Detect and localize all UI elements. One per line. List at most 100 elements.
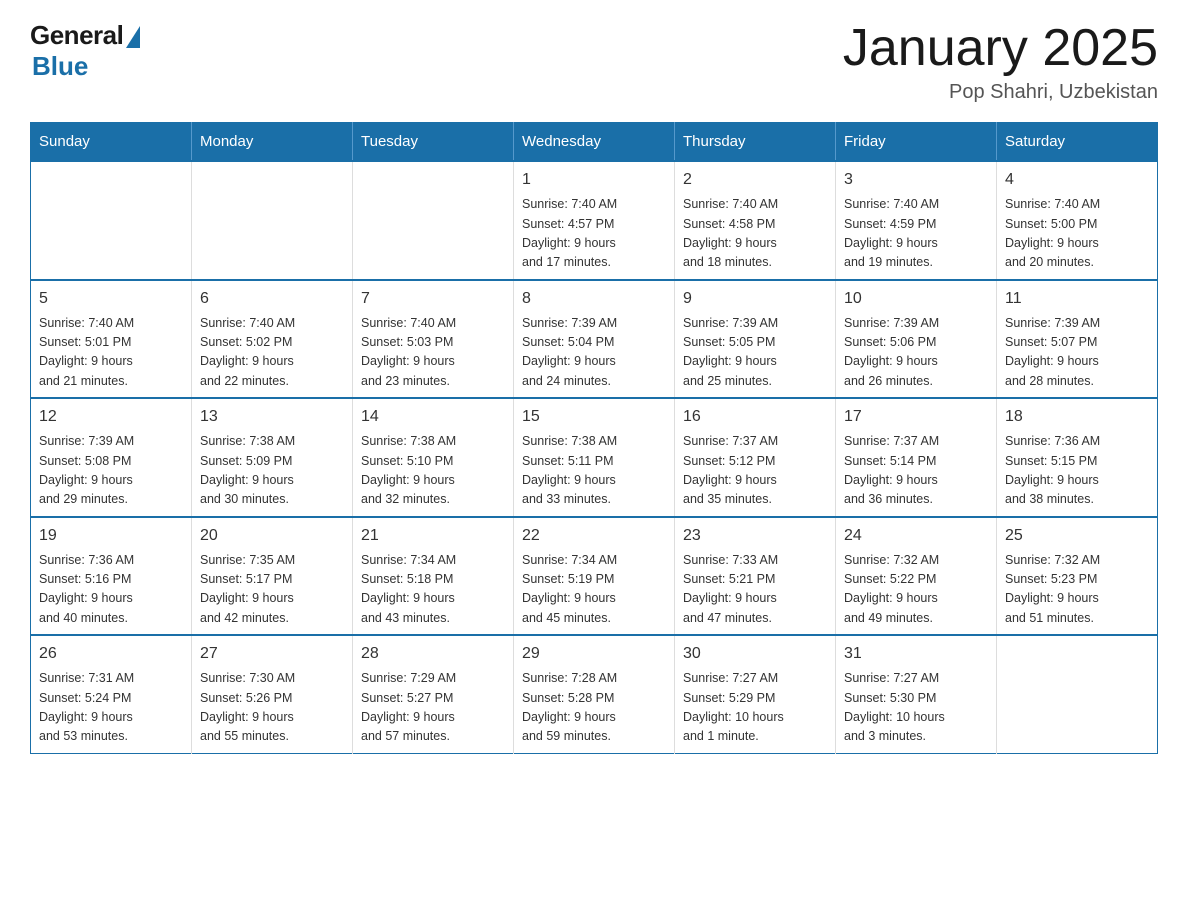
day-number: 2: [683, 168, 827, 192]
calendar-cell: 21 Sunrise: 7:34 AM Sunset: 5:18 PM Dayli…: [353, 517, 514, 636]
logo-triangle-icon: [126, 26, 140, 48]
day-info: Sunrise: 7:33 AM Sunset: 5:21 PM Dayligh…: [683, 551, 827, 629]
day-number: 22: [522, 524, 666, 548]
day-number: 6: [200, 287, 344, 311]
title-section: January 2025 Pop Shahri, Uzbekistan: [843, 20, 1158, 104]
day-header-sunday: Sunday: [31, 123, 192, 162]
calendar-cell: 10 Sunrise: 7:39 AM Sunset: 5:06 PM Dayli…: [836, 280, 997, 399]
day-number: 27: [200, 642, 344, 666]
week-row-3: 12Sunrise: 7:39 AM Sunset: 5:08 PM Dayli…: [31, 398, 1158, 517]
day-number: 3: [844, 168, 988, 192]
day-info: Sunrise: 7:39 AM Sunset: 5:06 PM Dayligh…: [844, 314, 988, 392]
calendar-cell: 1 Sunrise: 7:40 AM Sunset: 4:57 PM Daylig…: [514, 161, 675, 280]
day-number: 15: [522, 405, 666, 429]
calendar-cell: [353, 161, 514, 280]
day-number: 24: [844, 524, 988, 548]
calendar-cell: 17 Sunrise: 7:37 AM Sunset: 5:14 PM Dayli…: [836, 398, 997, 517]
day-header-saturday: Saturday: [997, 123, 1158, 162]
day-number: 7: [361, 287, 505, 311]
day-info: Sunrise: 7:38 AM Sunset: 5:09 PM Dayligh…: [200, 432, 344, 510]
day-number: 12: [39, 405, 183, 429]
week-row-4: 19 Sunrise: 7:36 AM Sunset: 5:16 PM Dayli…: [31, 517, 1158, 636]
day-info: Sunrise: 7:32 AM Sunset: 5:23 PM Dayligh…: [1005, 551, 1149, 629]
day-info: Sunrise: 7:27 AM Sunset: 5:30 PM Dayligh…: [844, 669, 988, 747]
day-header-tuesday: Tuesday: [353, 123, 514, 162]
day-info: Sunrise: 7:37 AM Sunset: 5:14 PM Dayligh…: [844, 432, 988, 510]
calendar-cell: 3Sunrise: 7:40 AM Sunset: 4:59 PM Daylig…: [836, 161, 997, 280]
day-info: Sunrise: 7:40 AM Sunset: 5:02 PM Dayligh…: [200, 314, 344, 392]
day-info: Sunrise: 7:36 AM Sunset: 5:16 PM Dayligh…: [39, 551, 183, 629]
day-info: Sunrise: 7:40 AM Sunset: 4:57 PM Dayligh…: [522, 195, 666, 273]
calendar-table: SundayMondayTuesdayWednesdayThursdayFrid…: [30, 122, 1158, 754]
calendar-cell: 15 Sunrise: 7:38 AM Sunset: 5:11 PM Dayli…: [514, 398, 675, 517]
calendar-title: January 2025: [843, 20, 1158, 77]
calendar-cell: 12Sunrise: 7:39 AM Sunset: 5:08 PM Dayli…: [31, 398, 192, 517]
day-number: 8: [522, 287, 666, 311]
calendar-cell: [31, 161, 192, 280]
week-row-1: 1 Sunrise: 7:40 AM Sunset: 4:57 PM Daylig…: [31, 161, 1158, 280]
day-number: 14: [361, 405, 505, 429]
calendar-cell: 5Sunrise: 7:40 AM Sunset: 5:01 PM Daylig…: [31, 280, 192, 399]
logo-blue-text: Blue: [32, 51, 88, 82]
day-number: 21: [361, 524, 505, 548]
day-info: Sunrise: 7:34 AM Sunset: 5:18 PM Dayligh…: [361, 551, 505, 629]
calendar-cell: 7 Sunrise: 7:40 AM Sunset: 5:03 PM Daylig…: [353, 280, 514, 399]
day-info: Sunrise: 7:35 AM Sunset: 5:17 PM Dayligh…: [200, 551, 344, 629]
day-number: 16: [683, 405, 827, 429]
calendar-cell: 16 Sunrise: 7:37 AM Sunset: 5:12 PM Dayli…: [675, 398, 836, 517]
calendar-cell: 11 Sunrise: 7:39 AM Sunset: 5:07 PM Dayli…: [997, 280, 1158, 399]
calendar-cell: 22 Sunrise: 7:34 AM Sunset: 5:19 PM Dayli…: [514, 517, 675, 636]
calendar-cell: 28Sunrise: 7:29 AM Sunset: 5:27 PM Dayli…: [353, 635, 514, 753]
day-number: 23: [683, 524, 827, 548]
day-info: Sunrise: 7:36 AM Sunset: 5:15 PM Dayligh…: [1005, 432, 1149, 510]
day-header-wednesday: Wednesday: [514, 123, 675, 162]
calendar-cell: 18 Sunrise: 7:36 AM Sunset: 5:15 PM Dayli…: [997, 398, 1158, 517]
day-header-friday: Friday: [836, 123, 997, 162]
header-row: SundayMondayTuesdayWednesdayThursdayFrid…: [31, 123, 1158, 162]
calendar-cell: 26Sunrise: 7:31 AM Sunset: 5:24 PM Dayli…: [31, 635, 192, 753]
day-info: Sunrise: 7:38 AM Sunset: 5:11 PM Dayligh…: [522, 432, 666, 510]
calendar-cell: 9Sunrise: 7:39 AM Sunset: 5:05 PM Daylig…: [675, 280, 836, 399]
day-info: Sunrise: 7:40 AM Sunset: 5:00 PM Dayligh…: [1005, 195, 1149, 273]
calendar-cell: [192, 161, 353, 280]
calendar-cell: 2 Sunrise: 7:40 AM Sunset: 4:58 PM Daylig…: [675, 161, 836, 280]
day-number: 25: [1005, 524, 1149, 548]
calendar-cell: 14 Sunrise: 7:38 AM Sunset: 5:10 PM Dayli…: [353, 398, 514, 517]
week-row-5: 26Sunrise: 7:31 AM Sunset: 5:24 PM Dayli…: [31, 635, 1158, 753]
day-header-monday: Monday: [192, 123, 353, 162]
calendar-cell: 31 Sunrise: 7:27 AM Sunset: 5:30 PM Dayli…: [836, 635, 997, 753]
week-row-2: 5Sunrise: 7:40 AM Sunset: 5:01 PM Daylig…: [31, 280, 1158, 399]
day-number: 1: [522, 168, 666, 192]
day-number: 17: [844, 405, 988, 429]
location-label: Pop Shahri, Uzbekistan: [843, 81, 1158, 104]
calendar-cell: 20Sunrise: 7:35 AM Sunset: 5:17 PM Dayli…: [192, 517, 353, 636]
day-info: Sunrise: 7:40 AM Sunset: 4:58 PM Dayligh…: [683, 195, 827, 273]
day-number: 31: [844, 642, 988, 666]
day-info: Sunrise: 7:32 AM Sunset: 5:22 PM Dayligh…: [844, 551, 988, 629]
day-info: Sunrise: 7:40 AM Sunset: 5:03 PM Dayligh…: [361, 314, 505, 392]
day-info: Sunrise: 7:28 AM Sunset: 5:28 PM Dayligh…: [522, 669, 666, 747]
day-number: 30: [683, 642, 827, 666]
day-info: Sunrise: 7:27 AM Sunset: 5:29 PM Dayligh…: [683, 669, 827, 747]
calendar-cell: 4 Sunrise: 7:40 AM Sunset: 5:00 PM Daylig…: [997, 161, 1158, 280]
logo: General Blue: [30, 20, 140, 82]
day-number: 9: [683, 287, 827, 311]
day-info: Sunrise: 7:37 AM Sunset: 5:12 PM Dayligh…: [683, 432, 827, 510]
day-info: Sunrise: 7:38 AM Sunset: 5:10 PM Dayligh…: [361, 432, 505, 510]
calendar-cell: 24 Sunrise: 7:32 AM Sunset: 5:22 PM Dayli…: [836, 517, 997, 636]
day-number: 4: [1005, 168, 1149, 192]
calendar-cell: 6 Sunrise: 7:40 AM Sunset: 5:02 PM Daylig…: [192, 280, 353, 399]
day-info: Sunrise: 7:31 AM Sunset: 5:24 PM Dayligh…: [39, 669, 183, 747]
page-header: General Blue January 2025 Pop Shahri, Uz…: [30, 20, 1158, 104]
day-number: 18: [1005, 405, 1149, 429]
calendar-cell: 19 Sunrise: 7:36 AM Sunset: 5:16 PM Dayli…: [31, 517, 192, 636]
calendar-cell: 30 Sunrise: 7:27 AM Sunset: 5:29 PM Dayli…: [675, 635, 836, 753]
day-info: Sunrise: 7:34 AM Sunset: 5:19 PM Dayligh…: [522, 551, 666, 629]
day-number: 11: [1005, 287, 1149, 311]
calendar-cell: [997, 635, 1158, 753]
calendar-cell: 13Sunrise: 7:38 AM Sunset: 5:09 PM Dayli…: [192, 398, 353, 517]
day-number: 10: [844, 287, 988, 311]
day-info: Sunrise: 7:39 AM Sunset: 5:07 PM Dayligh…: [1005, 314, 1149, 392]
day-number: 19: [39, 524, 183, 548]
day-header-thursday: Thursday: [675, 123, 836, 162]
